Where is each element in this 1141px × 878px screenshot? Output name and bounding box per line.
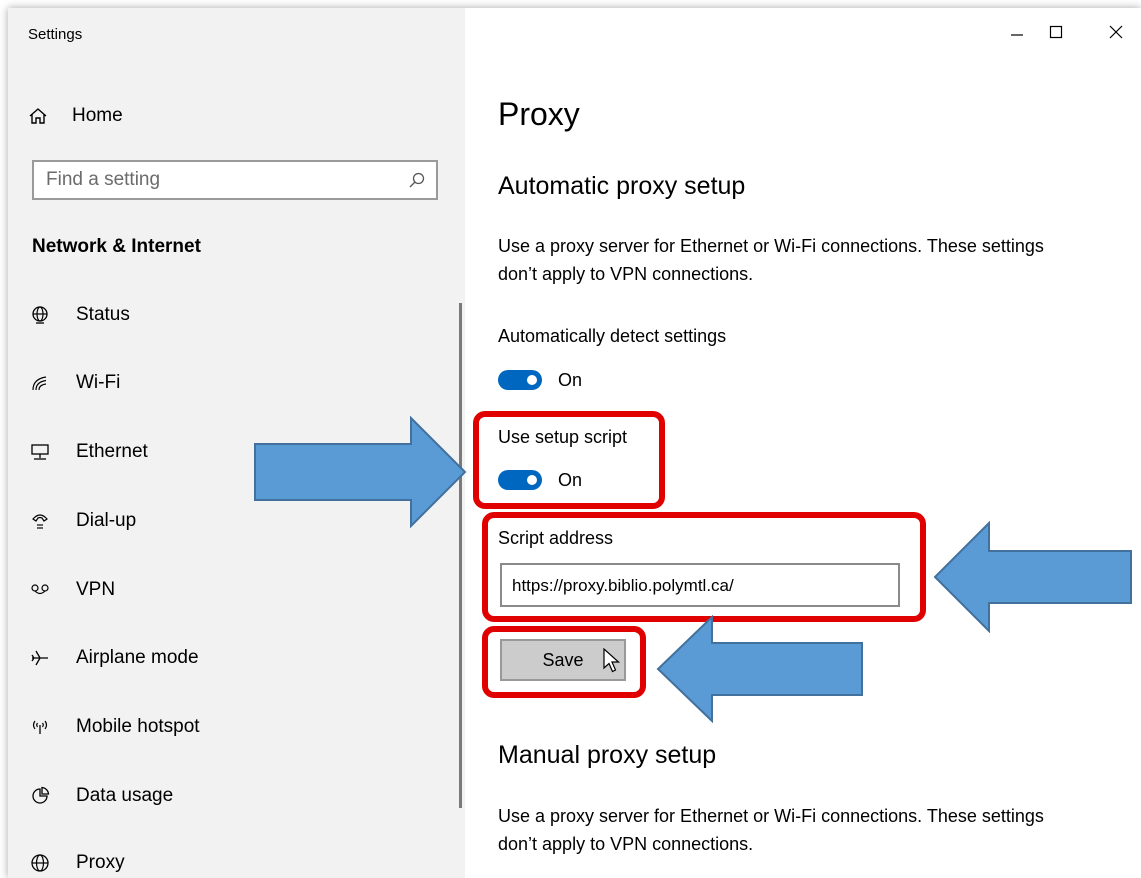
- sidebar-item-status[interactable]: Status: [28, 298, 130, 332]
- home-icon: [29, 108, 47, 124]
- maximize-icon: [1049, 25, 1063, 39]
- manual-proxy-heading: Manual proxy setup: [498, 741, 717, 769]
- sidebar-item-label: Wi-Fi: [76, 372, 121, 393]
- section-title: Network & Internet: [32, 236, 201, 257]
- ethernet-icon: [28, 440, 52, 464]
- dialup-icon: [28, 509, 52, 533]
- right-arrow-annotation: [254, 416, 467, 528]
- sidebar-item-label: Data usage: [76, 785, 174, 806]
- sidebar-item-data-usage[interactable]: Data usage: [28, 779, 173, 813]
- home-nav-item[interactable]: Home: [28, 100, 123, 132]
- sidebar-item-label: VPN: [76, 579, 116, 600]
- hotspot-icon: [28, 715, 52, 739]
- search-box[interactable]: [32, 160, 438, 200]
- search-input[interactable]: [46, 169, 386, 191]
- maximize-button[interactable]: [1044, 20, 1068, 44]
- sidebar-item-ethernet[interactable]: Ethernet: [28, 435, 148, 469]
- close-button[interactable]: [1104, 20, 1128, 44]
- toggle-track[interactable]: [498, 370, 542, 390]
- search-icon: [409, 172, 425, 188]
- auto-detect-state: On: [558, 369, 583, 390]
- script-address-highlight: [482, 512, 926, 622]
- window-title: Settings: [28, 26, 83, 43]
- sidebar-item-label: Dial-up: [76, 510, 137, 531]
- sidebar-item-label: Proxy: [76, 852, 125, 873]
- save-arrow-annotation: [656, 615, 863, 723]
- sidebar-item-hotspot[interactable]: Mobile hotspot: [28, 710, 200, 744]
- sidebar-item-label: Status: [76, 304, 130, 325]
- settings-window: Settings Home Network & Internet Status: [8, 8, 1141, 878]
- sidebar-item-wifi[interactable]: Wi-Fi: [28, 366, 120, 400]
- sidebar-item-airplane[interactable]: Airplane mode: [28, 641, 199, 675]
- page-title: Proxy: [498, 96, 580, 132]
- home-label: Home: [72, 105, 123, 126]
- sidebar-item-label: Ethernet: [76, 441, 148, 462]
- minimize-button[interactable]: [1005, 20, 1029, 44]
- data-usage-icon: [28, 784, 52, 808]
- save-button-highlight: [482, 626, 646, 698]
- automatic-proxy-heading: Automatic proxy setup: [498, 172, 746, 200]
- left-arrow-annotation: [933, 521, 1132, 633]
- sidebar-item-dialup[interactable]: Dial-up: [28, 504, 136, 538]
- sidebar-item-proxy[interactable]: Proxy: [28, 846, 125, 878]
- auto-detect-toggle[interactable]: On: [498, 369, 582, 391]
- close-icon: [1109, 25, 1123, 39]
- setup-script-highlight: [473, 411, 665, 509]
- globe-status-icon: [28, 303, 52, 327]
- wifi-icon: [28, 371, 52, 395]
- minimize-icon: [1011, 34, 1023, 36]
- sidebar-item-vpn[interactable]: VPN: [28, 573, 115, 607]
- globe-icon: [28, 851, 52, 875]
- automatic-proxy-description: Use a proxy server for Ethernet or Wi-Fi…: [498, 236, 1044, 284]
- toggle-knob: [527, 375, 537, 385]
- sidebar-item-label: Airplane mode: [76, 647, 199, 668]
- vpn-icon: [28, 578, 52, 602]
- sidebar-item-label: Mobile hotspot: [76, 716, 200, 737]
- manual-proxy-description: Use a proxy server for Ethernet or Wi-Fi…: [498, 806, 1044, 854]
- auto-detect-label: Automatically detect settings: [498, 326, 727, 346]
- airplane-icon: [28, 646, 52, 670]
- sidebar-scrollbar[interactable]: [459, 303, 462, 808]
